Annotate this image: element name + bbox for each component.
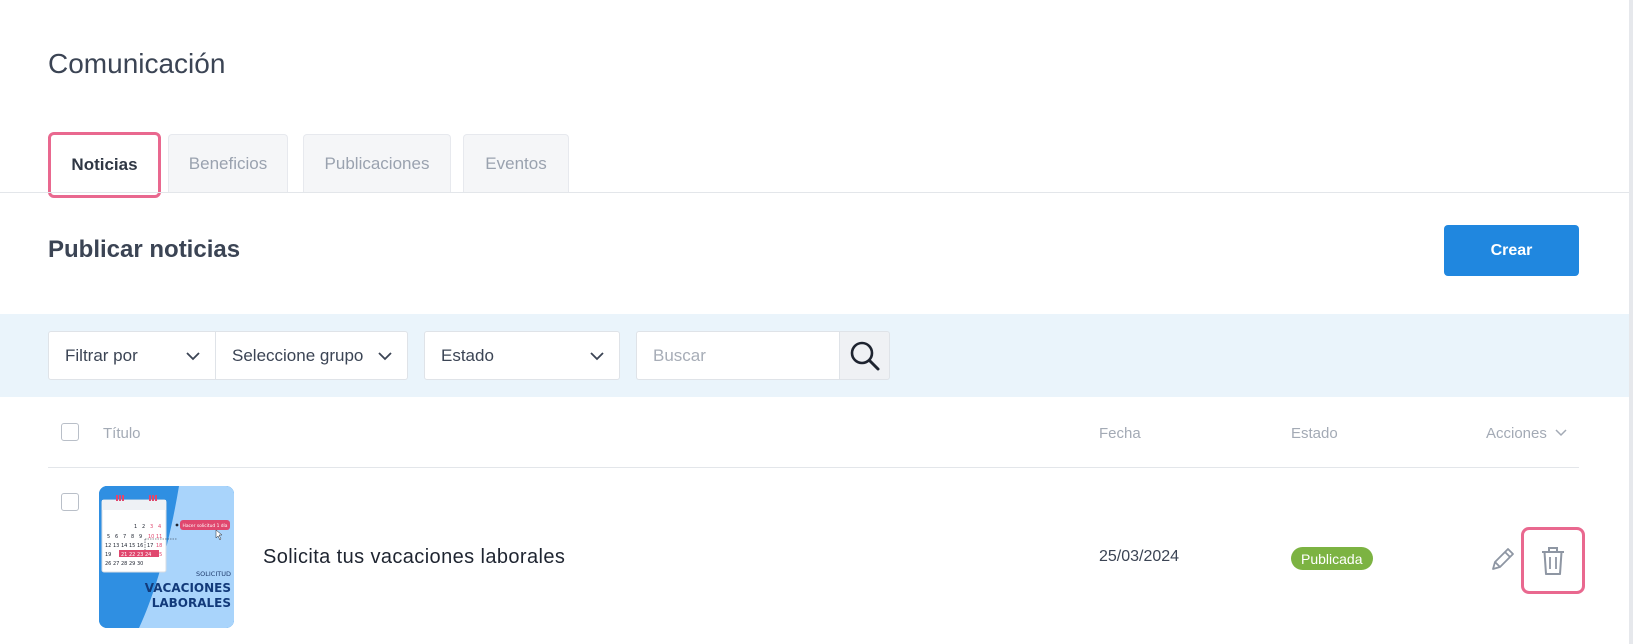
svg-text:19: 19 (105, 552, 111, 558)
status-select[interactable]: Estado (424, 331, 620, 380)
header-date: Fecha (1099, 425, 1141, 442)
header-divider (48, 467, 1579, 468)
header-status: Estado (1291, 425, 1338, 442)
header-actions[interactable]: Acciones (1486, 425, 1567, 442)
svg-text:6: 6 (115, 534, 118, 540)
page: Comunicación Noticias Beneficios Publica… (0, 0, 1633, 644)
svg-text:30: 30 (137, 561, 143, 567)
row-checkbox[interactable] (61, 493, 79, 511)
svg-text:15: 15 (129, 543, 135, 549)
svg-text:18: 18 (156, 543, 162, 549)
svg-text:20: 20 (113, 552, 119, 558)
thumbnail-label-line1: VACACIONES (145, 581, 231, 595)
tabs-divider (0, 192, 1629, 193)
svg-text:21: 21 (121, 552, 127, 558)
status-label: Estado (441, 345, 494, 365)
delete-button[interactable] (1521, 527, 1585, 594)
search-icon (850, 341, 879, 370)
svg-text:14: 14 (121, 543, 127, 549)
chevron-down-icon (186, 352, 200, 361)
news-date: 25/03/2024 (1099, 548, 1180, 565)
svg-text:23: 23 (137, 552, 143, 558)
svg-text:9: 9 (139, 534, 142, 540)
news-title[interactable]: Solicita tus vacaciones laborales (263, 546, 565, 569)
svg-text:22: 22 (129, 552, 135, 558)
pencil-icon (1492, 548, 1514, 570)
group-select[interactable]: Seleccione grupo (215, 331, 408, 380)
tab-publicaciones[interactable]: Publicaciones (303, 134, 451, 192)
svg-text:12: 12 (105, 543, 111, 549)
svg-text:24: 24 (145, 552, 151, 558)
create-button[interactable]: Crear (1444, 225, 1579, 276)
svg-text:25: 25 (156, 552, 162, 558)
filter-by-label: Filtrar por (65, 345, 138, 365)
tab-beneficios[interactable]: Beneficios (168, 134, 288, 192)
svg-text:17: 17 (147, 543, 153, 549)
chevron-down-icon (1555, 429, 1567, 437)
thumbnail-label-line2: LABORALES (152, 596, 231, 610)
header-title: Título (103, 425, 141, 442)
svg-text:7: 7 (123, 534, 126, 540)
svg-text:3: 3 (150, 524, 153, 530)
header-actions-label: Acciones (1486, 425, 1547, 442)
svg-text:29: 29 (129, 561, 135, 567)
svg-text:16: 16 (137, 543, 143, 549)
svg-text:27: 27 (113, 561, 119, 567)
status-badge: Publicada (1291, 547, 1373, 570)
filter-by-select[interactable]: Filtrar por (48, 331, 216, 380)
news-thumbnail[interactable]: 1234 5 6 7 8 9 10 11 12 13 14 15 16 17 18 19 20 21 22 23… (99, 486, 234, 628)
svg-text:4: 4 (158, 524, 161, 530)
svg-text:5: 5 (107, 534, 110, 540)
svg-text:1: 1 (134, 524, 137, 530)
page-title: Comunicación (48, 48, 226, 79)
search-input[interactable]: Buscar (636, 331, 840, 380)
svg-text:8: 8 (131, 534, 134, 540)
section-title: Publicar noticias (48, 236, 241, 263)
chevron-down-icon (590, 352, 604, 361)
svg-text:28: 28 (121, 561, 127, 567)
svg-text:13: 13 (113, 543, 119, 549)
tab-eventos[interactable]: Eventos (463, 134, 569, 192)
edit-button[interactable] (1488, 544, 1518, 574)
group-label: Seleccione grupo (232, 345, 364, 365)
tab-noticias[interactable]: Noticias (48, 132, 161, 198)
thumbnail-callout: Hacer solicitud 1 día (183, 522, 228, 529)
thumbnail-label-small: SOLICITUD (196, 570, 231, 578)
chevron-down-icon (378, 352, 392, 361)
search-button[interactable] (839, 331, 890, 380)
svg-text:26: 26 (105, 561, 111, 567)
select-all-checkbox[interactable] (61, 423, 79, 441)
svg-text:2: 2 (142, 524, 145, 530)
trash-icon (1542, 546, 1564, 575)
thumbnail-image: 1234 5 6 7 8 9 10 11 12 13 14 15 16 17 18 19 20 21 22 23… (99, 486, 234, 628)
scrollbar-track (1629, 0, 1633, 644)
